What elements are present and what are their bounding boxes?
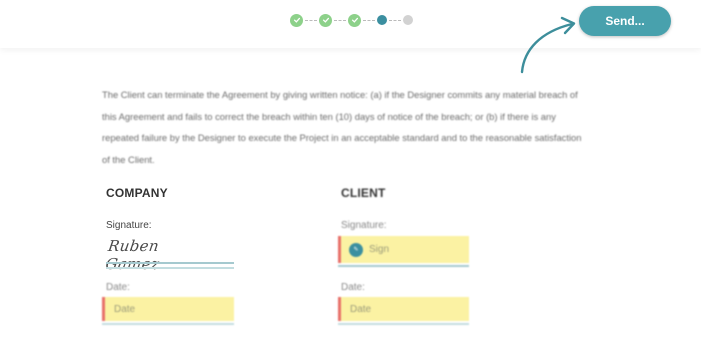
signature-underline [106,267,234,269]
client-date-field[interactable]: Date [338,297,469,321]
pen-icon: ✎ [349,242,363,257]
step-connector [363,19,375,21]
company-title: COMPANY [106,186,168,200]
step-connector [305,19,317,21]
step-connector [334,19,346,21]
client-section: CLIENT Signature: ✎ Sign Date: Date [338,186,469,325]
progress-steps [290,13,413,27]
top-bar: Send... [0,0,701,48]
check-icon [293,17,300,23]
curved-arrow-icon [520,16,576,74]
signature-underline [338,265,469,267]
agreement-paragraph: The Client can terminate the Agreement b… [102,89,582,165]
company-date-label: Date: [106,282,130,293]
sign-placeholder: Sign [369,244,390,255]
step-4-current[interactable] [377,15,387,25]
company-date-field[interactable]: Date [102,297,234,321]
client-title: CLIENT [341,186,386,200]
step-5-pending[interactable] [403,15,413,25]
date-underline [102,323,234,325]
company-signature-label: Signature: [106,220,152,231]
step-1-complete[interactable] [290,13,303,27]
client-date-label: Date: [341,282,365,293]
check-icon [322,17,329,23]
date-underline [338,323,469,325]
send-button[interactable]: Send... [579,6,671,36]
step-3-complete[interactable] [348,13,361,27]
signature-underline [106,262,234,264]
company-section: COMPANY Signature: Ruben Gamez Date: Dat… [102,186,234,325]
step-connector [389,19,401,21]
client-sign-field[interactable]: ✎ Sign [338,236,469,263]
step-2-complete[interactable] [319,13,332,27]
date-placeholder: Date [114,303,136,315]
date-placeholder: Date [350,303,372,315]
client-signature-label: Signature: [341,220,387,231]
check-icon [351,17,358,23]
